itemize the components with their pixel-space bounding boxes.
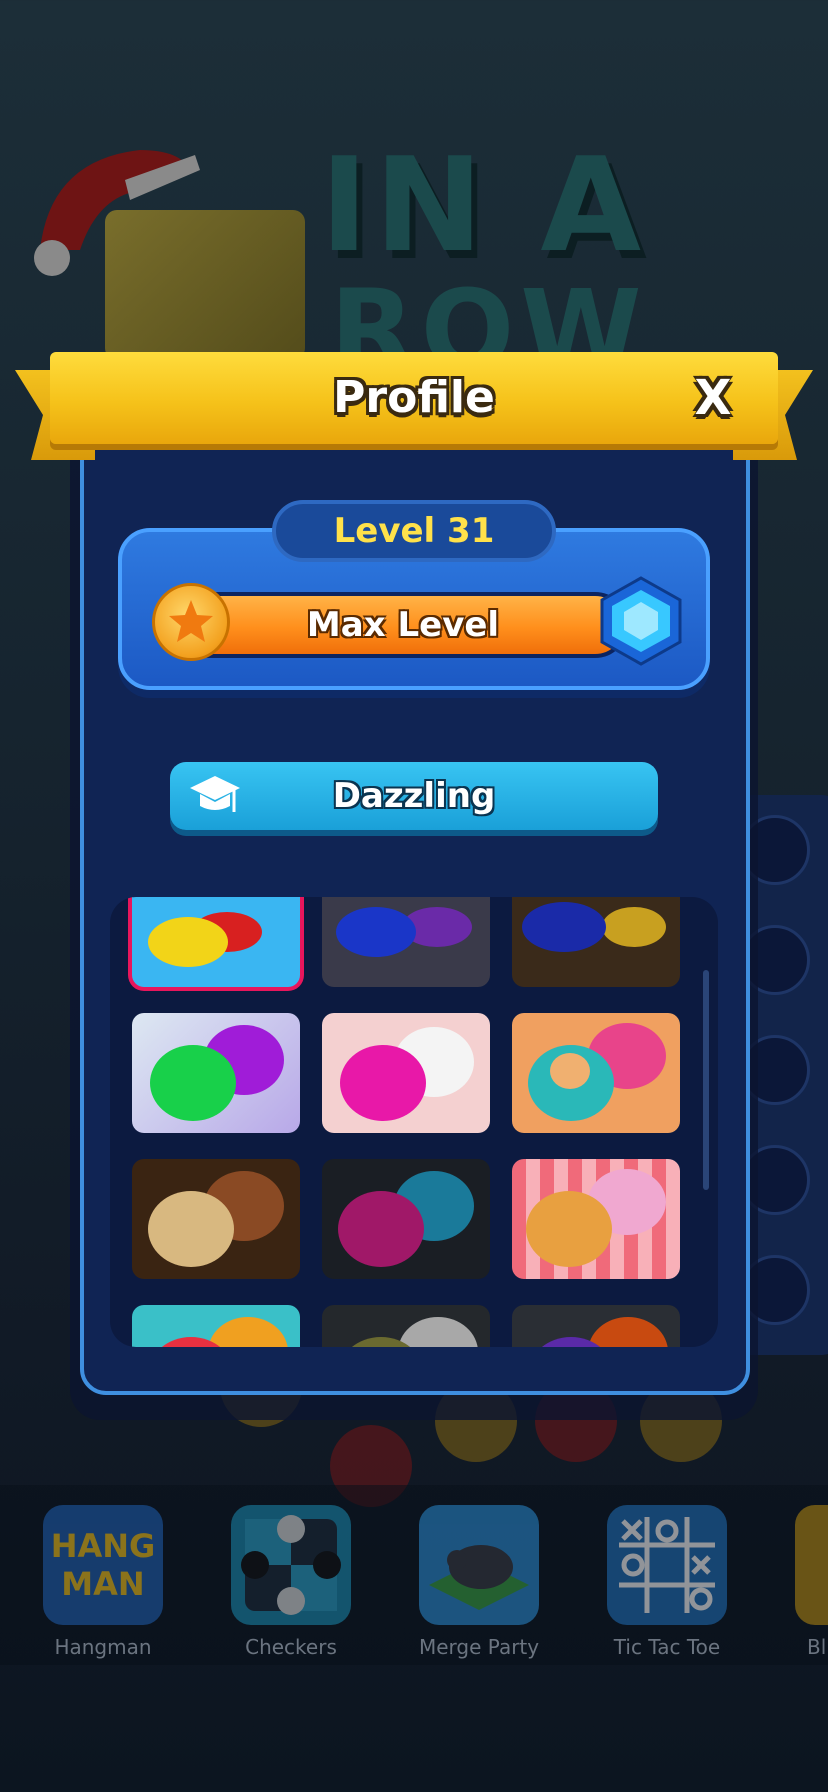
checkers-icon [231,1505,351,1625]
merge-party-icon [419,1505,539,1625]
skins-grid[interactable] [110,897,718,1347]
game-label: Hangman [54,1635,152,1659]
skin-tile-fruit[interactable] [132,1305,300,1347]
game-label: Merge Party [419,1635,540,1659]
skin-tile-pink-white[interactable] [322,1013,490,1133]
hangman-icon: HANG MAN [43,1505,163,1625]
blackjack-icon [795,1505,828,1625]
game-label: Tic Tac Toe [613,1635,721,1659]
skin-tile-galaxy[interactable] [322,1159,490,1279]
skin-tile-sparkle-gold[interactable] [512,897,680,987]
game-tic-tac-toe[interactable]: Tic Tac Toe [607,1505,727,1659]
game-hangman[interactable]: HANG MAN Hangman [43,1505,163,1659]
graduation-cap-icon [190,776,240,812]
skin-tile-wood[interactable] [132,1159,300,1279]
tic-tac-toe-icon [607,1505,727,1625]
santa-hat-icon [34,150,200,276]
game-blackjack[interactable]: Bl [795,1505,828,1659]
skins-scrollbar[interactable] [703,970,709,1190]
close-button[interactable]: X [680,362,746,434]
logo-text-line1: IN A [320,129,648,281]
skin-tile-green-purple[interactable] [132,1013,300,1133]
player-title-label: Dazzling [332,776,496,816]
diamond-gem-icon [600,576,682,666]
game-merge-party[interactable]: Merge Party [419,1505,539,1659]
svg-text:HANG: HANG [51,1527,156,1565]
game-label: Checkers [245,1635,337,1659]
skin-tile-blue-purple[interactable] [322,897,490,987]
star-coin-icon [152,583,230,661]
dialog-title: Profile [333,372,495,423]
game-label: Bl [807,1635,827,1659]
svg-text:MAN: MAN [61,1565,144,1603]
skin-tile-donut[interactable] [512,1159,680,1279]
progress-label: Max Level [306,605,500,645]
skin-tile-camo[interactable] [322,1305,490,1347]
skin-tile-pixel[interactable] [512,1305,680,1347]
game-checkers[interactable]: Checkers [231,1505,351,1659]
skin-tile-pets[interactable] [512,1013,680,1133]
skin-tile-yellow-red[interactable] [132,897,300,987]
level-badge: Level 31 [272,500,556,562]
